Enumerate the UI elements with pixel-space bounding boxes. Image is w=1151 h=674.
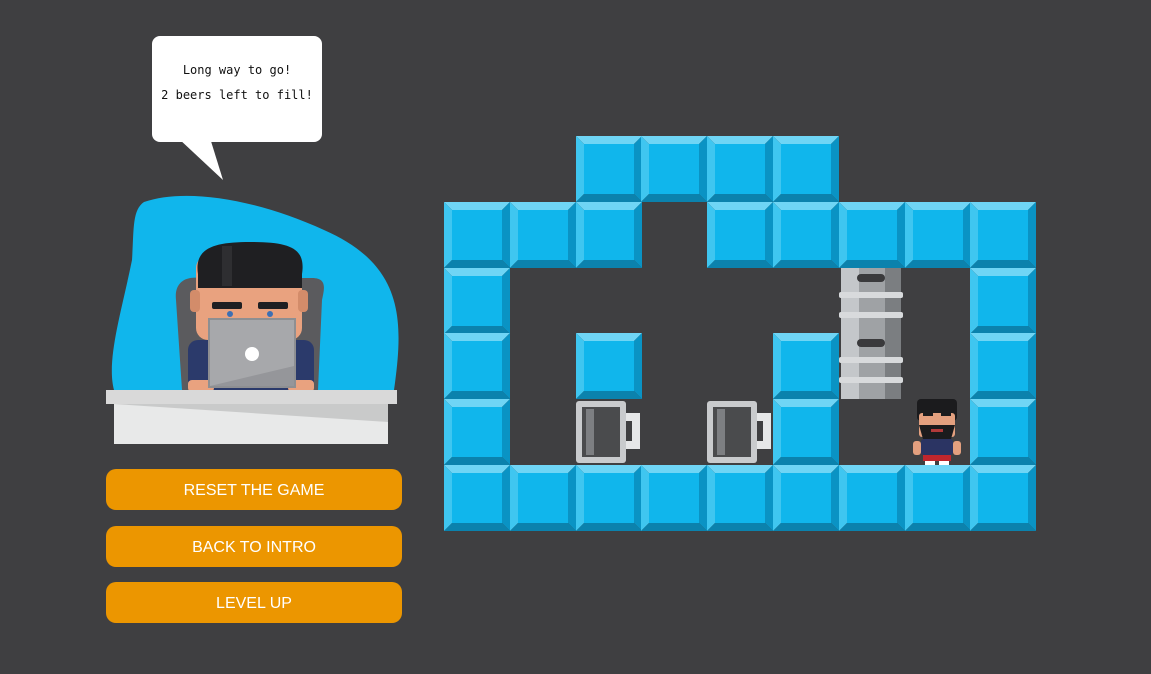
wall-block <box>838 465 905 531</box>
speech-bubble: Long way to go! 2 beers left to fill! <box>152 36 322 142</box>
wall-block <box>444 333 510 400</box>
speech-bubble-tail <box>178 138 223 180</box>
wall-block <box>838 201 905 268</box>
wall-block <box>970 399 1037 466</box>
wall-block <box>707 465 774 531</box>
speech-line-2: 2 beers left to fill! <box>161 88 313 102</box>
wall-block <box>575 465 642 531</box>
wall-block <box>773 201 839 268</box>
wall-block <box>970 465 1037 531</box>
wall-block <box>575 136 642 202</box>
wall-block <box>970 333 1037 400</box>
wall-block <box>773 399 839 466</box>
reset-game-button[interactable]: RESET THE GAME <box>106 469 402 510</box>
wall-block <box>970 201 1037 268</box>
wall-block <box>444 201 510 268</box>
wall-block <box>707 201 774 268</box>
wall-block <box>970 267 1037 334</box>
beer-keg <box>838 267 905 334</box>
wall-block <box>641 136 708 202</box>
wall-block <box>444 465 510 531</box>
wall-block <box>509 465 576 531</box>
back-to-intro-button[interactable]: BACK TO INTRO <box>106 526 402 567</box>
empty-beer-mug <box>707 399 773 465</box>
empty-beer-mug <box>575 399 642 465</box>
beer-keg <box>838 333 905 400</box>
wall-block <box>444 267 510 334</box>
wall-block <box>773 465 839 531</box>
developer-at-desk-illustration <box>106 195 399 444</box>
wall-block <box>904 201 971 268</box>
level-up-button[interactable]: LEVEL UP <box>106 582 402 623</box>
wall-block <box>575 201 642 268</box>
wall-block <box>707 136 774 202</box>
wall-block <box>509 201 576 268</box>
wall-block <box>773 136 839 202</box>
wall-block <box>444 399 510 466</box>
wall-block <box>904 465 971 531</box>
wall-block <box>575 333 642 400</box>
wall-block <box>641 465 708 531</box>
wall-block <box>773 333 839 400</box>
speech-line-1: Long way to go! <box>182 63 292 77</box>
player-character[interactable] <box>905 399 971 466</box>
game-board <box>444 136 1037 531</box>
